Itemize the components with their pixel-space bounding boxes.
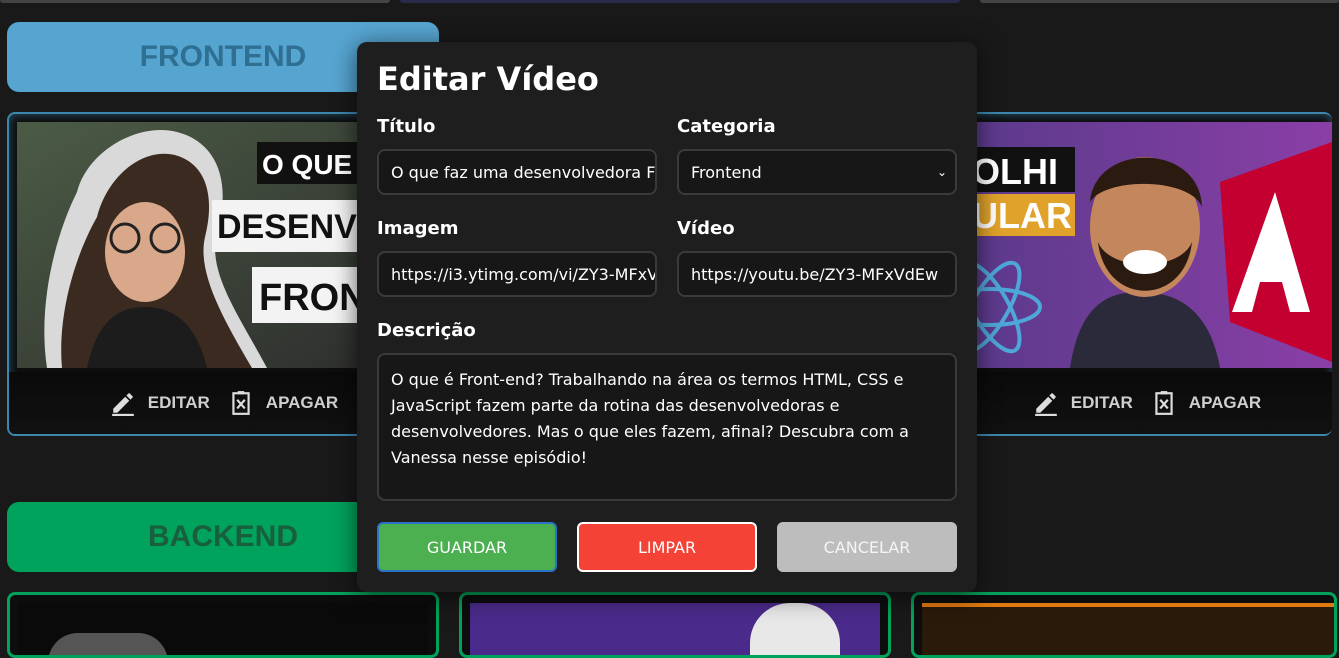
save-button[interactable]: GUARDAR <box>377 522 557 572</box>
top-card-edge <box>400 0 960 3</box>
video-card[interactable] <box>911 592 1337 658</box>
pencil-icon <box>1034 393 1057 416</box>
edit-button[interactable]: EDITAR <box>110 390 210 416</box>
description-textarea[interactable]: O que é Front-end? Trabalhando na área o… <box>377 353 957 501</box>
image-label: Imagem <box>377 218 459 239</box>
thumbnail-image: OLHI ULAR <box>970 122 1332 368</box>
edit-label: EDITAR <box>147 393 210 412</box>
title-label: Título <box>377 116 436 137</box>
video-card[interactable]: OLHI ULAR EDITAR APAGAR <box>960 112 1332 436</box>
delete-box-icon <box>1155 391 1173 415</box>
video-thumbnail[interactable] <box>470 603 880 655</box>
edit-video-modal: Editar Vídeo Título O que faz uma desenv… <box>357 42 977 592</box>
modal-title: Editar Vídeo <box>377 60 599 98</box>
card-actions: EDITAR APAGAR <box>962 372 1332 434</box>
thumb-text: ULAR <box>972 195 1072 236</box>
thumb-text: OLHI <box>972 151 1058 192</box>
category-title: BACKEND <box>148 520 298 553</box>
top-card-edge <box>0 0 390 3</box>
category-value: Frontend <box>691 162 762 182</box>
video-thumbnail[interactable]: OLHI ULAR <box>970 122 1332 368</box>
edit-button[interactable]: EDITAR <box>1033 390 1133 416</box>
image-value: https://i3.ytimg.com/vi/ZY3-MFxVc <box>391 264 657 284</box>
top-strip <box>0 0 1339 3</box>
delete-button[interactable]: APAGAR <box>1151 390 1261 416</box>
video-url-input[interactable]: https://youtu.be/ZY3-MFxVdEw <box>677 251 957 297</box>
description-value: O que é Front-end? Trabalhando na área o… <box>391 370 909 467</box>
video-card[interactable] <box>7 592 439 658</box>
delete-label: APAGAR <box>1188 393 1262 412</box>
title-value: O que faz uma desenvolvedora Fro <box>391 162 657 182</box>
video-label: Vídeo <box>677 218 735 239</box>
title-input[interactable]: O que faz uma desenvolvedora Fro <box>377 149 657 195</box>
video-thumbnail[interactable] <box>18 603 428 655</box>
category-label: Categoria <box>677 116 776 137</box>
chevron-down-icon: ⌄ <box>936 165 947 179</box>
category-select[interactable]: Frontend ⌄ <box>677 149 957 195</box>
pencil-icon <box>111 393 134 416</box>
description-label: Descrição <box>377 320 476 341</box>
cancel-button[interactable]: CANCELAR <box>777 522 957 572</box>
video-value: https://youtu.be/ZY3-MFxVdEw <box>691 264 939 284</box>
image-url-input[interactable]: https://i3.ytimg.com/vi/ZY3-MFxVc <box>377 251 657 297</box>
clear-button[interactable]: LIMPAR <box>577 522 757 572</box>
delete-label: APAGAR <box>265 393 339 412</box>
edit-label: EDITAR <box>1070 393 1133 412</box>
delete-box-icon <box>232 391 250 415</box>
delete-button[interactable]: APAGAR <box>228 390 338 416</box>
category-title: FRONTEND <box>139 40 307 73</box>
video-card[interactable] <box>459 592 891 658</box>
top-card-edge <box>980 0 1339 3</box>
video-thumbnail[interactable] <box>922 603 1334 655</box>
